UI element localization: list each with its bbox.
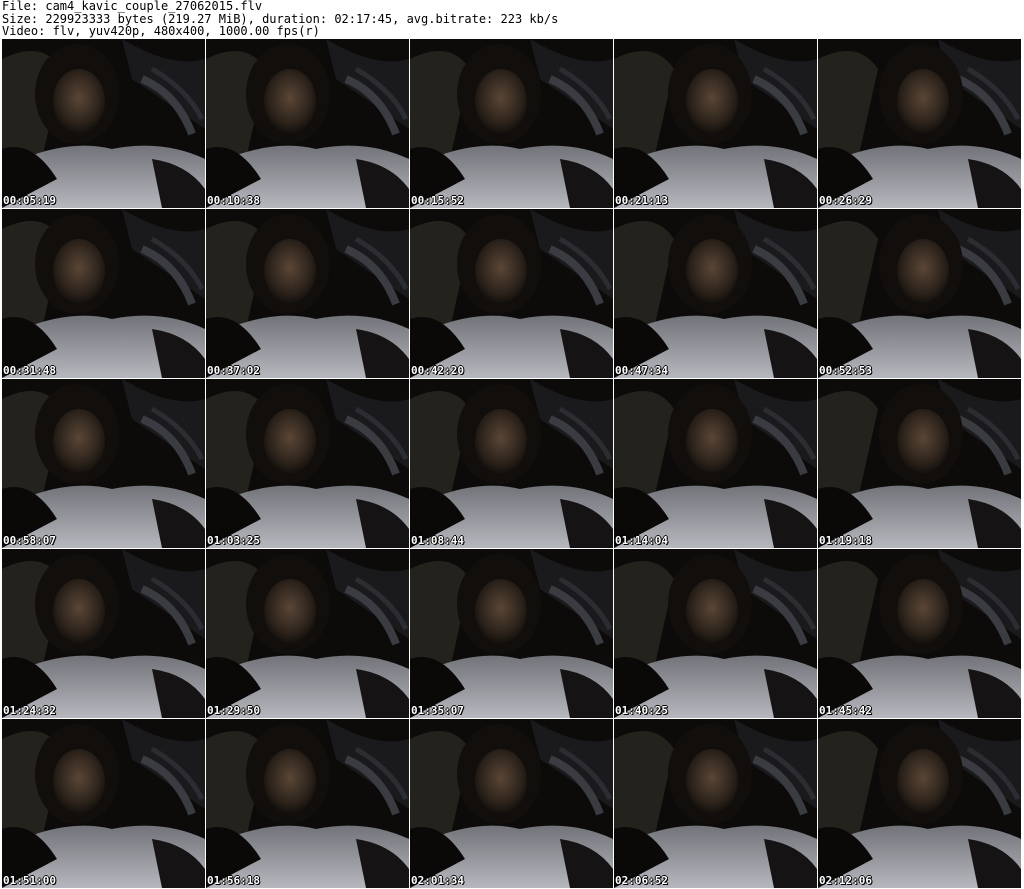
thumbnail-grid: 00:05:19 00:10:38 00:15:52 00:21:13 00:26:29… <box>2 39 1022 889</box>
frame-image <box>614 209 817 378</box>
frame-image <box>410 39 613 208</box>
timestamp-label: 02:06:52 <box>615 874 668 887</box>
video-info-line: Video: flv, yuv420p, 480x400, 1000.00 fp… <box>2 24 320 38</box>
frame-image <box>206 209 409 378</box>
video-thumbnail: 00:42:20 <box>410 209 613 378</box>
video-thumbnail: 01:03:25 <box>206 379 409 548</box>
timestamp-label: 02:01:34 <box>411 874 464 887</box>
frame-image <box>206 549 409 718</box>
timestamp-label: 00:05:19 <box>3 194 56 207</box>
timestamp-label: 01:08:44 <box>411 534 464 547</box>
video-thumbnail: 01:45:42 <box>818 549 1021 718</box>
video-thumbnail: 02:12:06 <box>818 719 1021 888</box>
timestamp-label: 00:37:02 <box>207 364 260 377</box>
frame-image <box>206 379 409 548</box>
video-thumbnail: 01:40:25 <box>614 549 817 718</box>
frame-image <box>2 209 205 378</box>
video-thumbnail: 00:47:34 <box>614 209 817 378</box>
timestamp-label: 00:58:07 <box>3 534 56 547</box>
timestamp-label: 00:52:53 <box>819 364 872 377</box>
file-info-header: File: cam4_kavic_couple_27062015.flv Siz… <box>2 0 1020 38</box>
video-thumbnail: 00:52:53 <box>818 209 1021 378</box>
timestamp-label: 01:19:18 <box>819 534 872 547</box>
timestamp-label: 00:10:38 <box>207 194 260 207</box>
file-name-line: File: cam4_kavic_couple_27062015.flv <box>2 0 263 13</box>
timestamp-label: 01:14:04 <box>615 534 668 547</box>
video-thumbnail: 01:56:18 <box>206 719 409 888</box>
video-thumbnail: 01:24:32 <box>2 549 205 718</box>
frame-image <box>614 39 817 208</box>
frame-image <box>410 209 613 378</box>
frame-image <box>206 719 409 888</box>
frame-image <box>2 719 205 888</box>
timestamp-label: 00:47:34 <box>615 364 668 377</box>
video-thumbnail: 01:19:18 <box>818 379 1021 548</box>
video-thumbnail: 01:51:00 <box>2 719 205 888</box>
timestamp-label: 00:31:48 <box>3 364 56 377</box>
video-thumbnail: 00:05:19 <box>2 39 205 208</box>
frame-image <box>614 379 817 548</box>
timestamp-label: 02:12:06 <box>819 874 872 887</box>
timestamp-label: 01:24:32 <box>3 704 56 717</box>
video-thumbnail: 01:29:50 <box>206 549 409 718</box>
video-thumbnail: 01:35:07 <box>410 549 613 718</box>
frame-image <box>818 549 1021 718</box>
timestamp-label: 01:03:25 <box>207 534 260 547</box>
frame-image <box>410 549 613 718</box>
timestamp-label: 01:45:42 <box>819 704 872 717</box>
video-thumbnail: 00:21:13 <box>614 39 817 208</box>
video-thumbnail: 01:14:04 <box>614 379 817 548</box>
video-thumbnail: 02:06:52 <box>614 719 817 888</box>
video-thumbnail: 00:15:52 <box>410 39 613 208</box>
frame-image <box>410 379 613 548</box>
frame-image <box>206 39 409 208</box>
timestamp-label: 00:21:13 <box>615 194 668 207</box>
timestamp-label: 01:56:18 <box>207 874 260 887</box>
timestamp-label: 00:26:29 <box>819 194 872 207</box>
timestamp-label: 00:42:20 <box>411 364 464 377</box>
frame-image <box>818 209 1021 378</box>
video-thumbnail: 00:37:02 <box>206 209 409 378</box>
video-thumbnail: 01:08:44 <box>410 379 613 548</box>
frame-image <box>818 719 1021 888</box>
video-thumbnail: 00:31:48 <box>2 209 205 378</box>
frame-image <box>818 39 1021 208</box>
video-thumbnail: 00:10:38 <box>206 39 409 208</box>
frame-image <box>818 379 1021 548</box>
frame-image <box>410 719 613 888</box>
timestamp-label: 00:15:52 <box>411 194 464 207</box>
video-thumbnail: 02:01:34 <box>410 719 613 888</box>
frame-image <box>2 39 205 208</box>
timestamp-label: 01:35:07 <box>411 704 464 717</box>
frame-image <box>614 719 817 888</box>
video-thumbnail: 00:26:29 <box>818 39 1021 208</box>
frame-image <box>2 379 205 548</box>
timestamp-label: 01:40:25 <box>615 704 668 717</box>
timestamp-label: 01:51:00 <box>3 874 56 887</box>
frame-image <box>614 549 817 718</box>
video-thumbnail: 00:58:07 <box>2 379 205 548</box>
timestamp-label: 01:29:50 <box>207 704 260 717</box>
frame-image <box>2 549 205 718</box>
